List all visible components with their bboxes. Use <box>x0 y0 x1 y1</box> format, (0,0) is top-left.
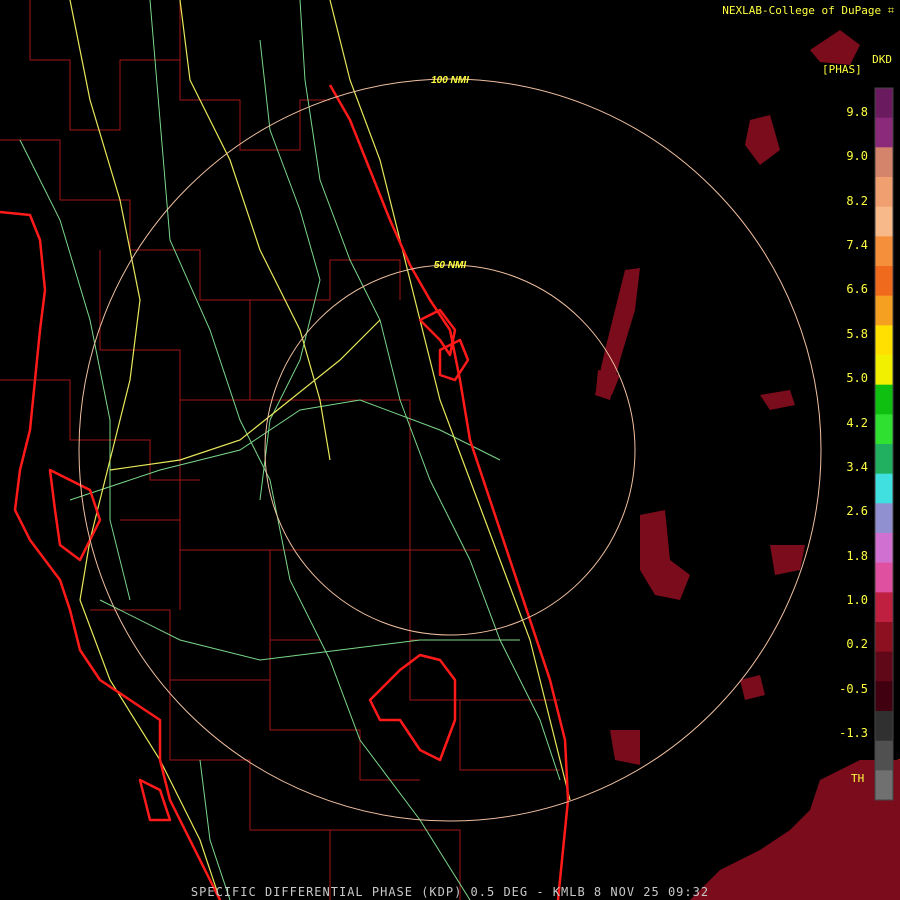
radar-map: 100 NMI 50 NMI <box>0 0 900 900</box>
corner-icon: ⌗ <box>887 4 894 17</box>
legend-swatch <box>875 740 893 771</box>
legend-tick-label: 0.2 <box>846 637 868 652</box>
legend-swatch <box>875 295 893 326</box>
legend-swatch <box>875 206 893 237</box>
legend-swatch <box>875 562 893 593</box>
legend-swatch <box>875 533 893 564</box>
legend-tick-label: 5.8 <box>846 326 868 341</box>
legend-swatch <box>875 147 893 178</box>
legend-tick-label: 6.6 <box>846 282 868 297</box>
range-ring-label-100: 100 NMI <box>431 75 469 86</box>
legend-tick-label: 8.2 <box>846 193 868 208</box>
legend-tick-label: 5.0 <box>846 371 868 386</box>
legend-units: [PHAS] <box>822 63 862 76</box>
legend-tick-label: 9.8 <box>846 105 868 119</box>
legend-swatch <box>875 651 893 682</box>
legend-swatch <box>875 622 893 653</box>
footer-caption: SPECIFIC DIFFERENTIAL PHASE (KDP) 0.5 DE… <box>190 885 710 899</box>
legend-tick-label: 7.4 <box>846 238 868 253</box>
legend-threshold-label: TH <box>851 772 865 785</box>
legend-color-blocks <box>874 87 894 801</box>
legend-swatch <box>875 177 893 208</box>
legend-swatch <box>875 325 893 356</box>
legend-tick-label: 4.2 <box>846 415 868 430</box>
legend-swatch <box>875 444 893 475</box>
credit-text: NEXLAB-College of DuPage ⌗ <box>722 4 894 18</box>
legend-tick-label: -1.3 <box>839 726 868 740</box>
range-ring-label-50: 50 NMI <box>434 260 466 271</box>
legend-swatch <box>875 266 893 297</box>
legend-tick-label: 9.0 <box>846 149 868 164</box>
legend-swatch <box>875 414 893 445</box>
legend-swatch <box>875 88 893 119</box>
legend-swatch <box>875 384 893 415</box>
product-code: DKD <box>872 53 892 66</box>
legend-swatch <box>875 236 893 267</box>
legend-tick-label: 1.8 <box>846 548 868 563</box>
legend-swatch <box>875 473 893 504</box>
legend-swatch <box>875 681 893 712</box>
legend-tick-label: 3.4 <box>846 459 868 474</box>
legend-swatch <box>875 711 893 742</box>
legend-tick-label: -0.5 <box>839 681 868 696</box>
legend-tick-label: 1.0 <box>846 592 868 607</box>
legend-swatch <box>875 770 893 801</box>
legend-tick-label: 2.6 <box>846 504 868 519</box>
legend-swatch <box>875 592 893 623</box>
legend-swatch <box>875 117 893 148</box>
credit-label: NEXLAB-College of DuPage <box>722 4 882 17</box>
legend-swatch <box>875 503 893 534</box>
legend-swatch <box>875 355 893 386</box>
